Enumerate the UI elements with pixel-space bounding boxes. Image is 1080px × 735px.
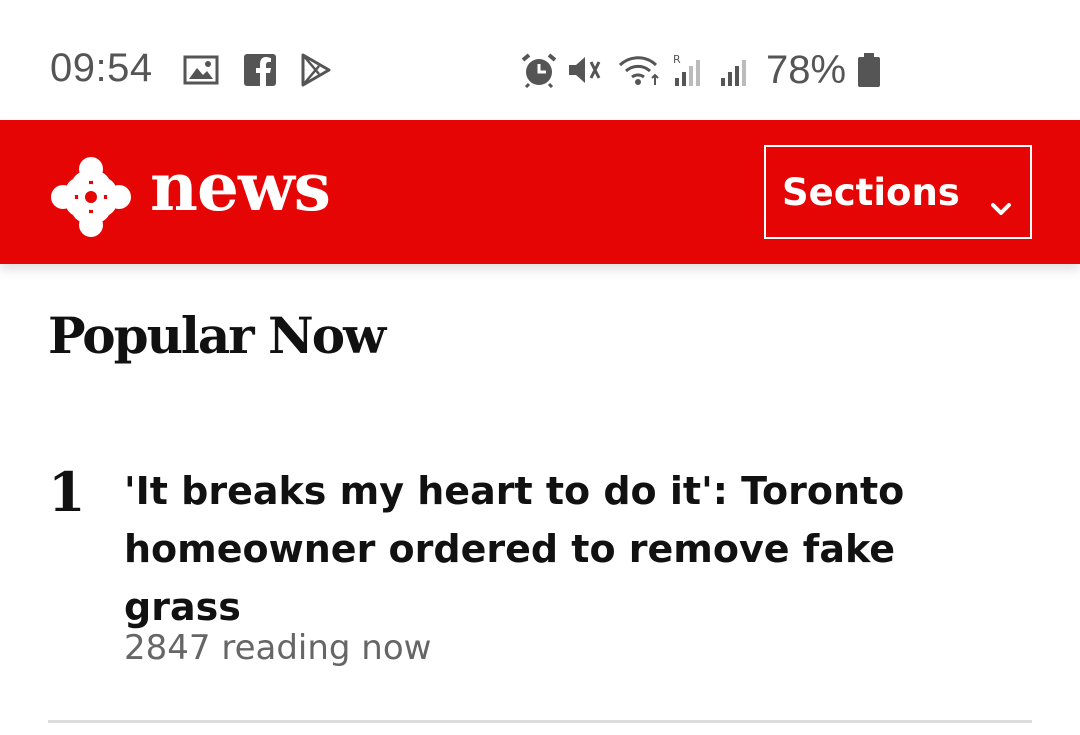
status-time: 09:54 [50, 46, 153, 90]
svg-text:R: R [673, 53, 681, 66]
app-header: news Sections [0, 120, 1080, 264]
facebook-icon [242, 52, 278, 88]
sections-button[interactable]: Sections [764, 145, 1032, 239]
item-rank: 1 [48, 460, 86, 524]
image-icon [182, 52, 220, 88]
item-reading-count: 2847 reading now [124, 628, 432, 668]
battery-icon [856, 52, 882, 88]
mute-icon [566, 52, 606, 88]
cbc-gem-icon[interactable] [50, 156, 132, 238]
divider [48, 720, 1032, 723]
signal-roaming-icon: R [670, 52, 710, 88]
item-headline[interactable]: 'It breaks my heart to do it': Toronto h… [124, 462, 1024, 636]
play-store-icon [298, 52, 334, 88]
status-bar: 09:54 R 78% [0, 0, 1080, 120]
alarm-icon [518, 52, 560, 88]
sections-label: Sections [782, 170, 960, 214]
section-title: Popular Now [48, 306, 386, 365]
signal-icon [716, 52, 756, 88]
chevron-down-icon [990, 183, 1012, 226]
brand-name[interactable]: news [150, 148, 331, 226]
battery-percent: 78% [766, 48, 847, 92]
wifi-icon [616, 52, 664, 88]
